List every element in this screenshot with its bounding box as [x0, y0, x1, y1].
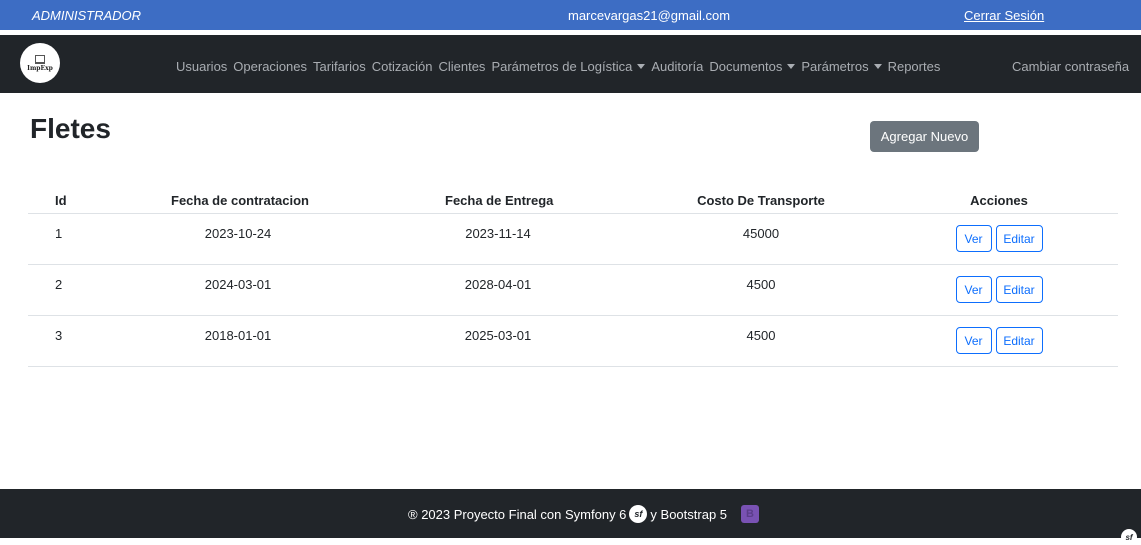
brand-logo[interactable]: ImpExp: [20, 43, 60, 83]
cell-id: 3: [55, 328, 63, 343]
footer-bootstrap-text: y Bootstrap 5: [650, 506, 728, 522]
view-button[interactable]: Ver: [955, 225, 992, 252]
header-fecha-entrega: Fecha de Entrega: [445, 193, 554, 208]
edit-button[interactable]: Editar: [995, 327, 1043, 354]
nav-item-tarifarios[interactable]: Tarifarios: [313, 59, 366, 74]
view-button[interactable]: Ver: [955, 276, 992, 303]
cell-costo: 45000: [742, 226, 780, 241]
cell-fecha-entrega: 2023-11-14: [465, 226, 531, 241]
page-title: Fletes: [30, 113, 111, 144]
nav-item-reportes[interactable]: Reportes: [888, 59, 941, 74]
header-costo: Costo De Transporte: [697, 193, 825, 208]
nav-item-parametros-logistica[interactable]: Parámetros de Logística: [491, 59, 646, 74]
symfony-toolbar-icon[interactable]: sf: [1121, 529, 1137, 545]
header-id: Id: [55, 193, 67, 208]
edit-button[interactable]: Editar: [995, 225, 1043, 252]
caret-down-icon: [873, 64, 882, 69]
cell-fecha-contratacion: 2023-10-24: [204, 226, 272, 241]
cell-id: 2: [55, 277, 63, 292]
change-password-link[interactable]: Cambiar contraseña: [1012, 59, 1129, 74]
row-actions: Ver Editar: [950, 327, 1048, 354]
footer-copyright: ® 2023 Proyecto Final con Symfony 6: [408, 506, 627, 522]
cell-costo: 4500: [746, 328, 776, 343]
user-role: ADMINISTRADOR: [32, 8, 142, 23]
main-navbar: ImpExp Usuarios Operaciones Tarifarios C…: [0, 35, 1141, 93]
logo-text: ImpExp: [27, 64, 53, 72]
nav-item-cotizacion[interactable]: Cotización: [372, 59, 433, 74]
table-row: 2 2024-03-01 2028-04-01 4500 Ver Editar: [28, 265, 1118, 316]
page-footer: ® 2023 Proyecto Final con Symfony 6 sf y…: [0, 489, 1141, 538]
header-acciones: Acciones: [970, 193, 1028, 208]
nav-links: Usuarios Operaciones Tarifarios Cotizaci…: [176, 59, 946, 74]
caret-down-icon: [787, 64, 796, 69]
table-row: 1 2023-10-24 2023-11-14 45000 Ver Editar: [28, 214, 1118, 265]
nav-item-operaciones[interactable]: Operaciones: [233, 59, 307, 74]
view-button[interactable]: Ver: [955, 327, 992, 354]
user-email: marcevargas21@gmail.com: [568, 8, 731, 23]
nav-item-usuarios[interactable]: Usuarios: [176, 59, 227, 74]
bootstrap-icon: B: [741, 505, 760, 523]
building-icon: [35, 54, 45, 64]
cell-fecha-contratacion: 2024-03-01: [204, 277, 272, 292]
nav-item-clientes[interactable]: Clientes: [438, 59, 485, 74]
row-actions: Ver Editar: [950, 276, 1048, 303]
cell-id: 1: [55, 226, 63, 241]
header-fecha-contratacion: Fecha de contratacion: [171, 193, 309, 208]
top-bar: ADMINISTRADOR marcevargas21@gmail.com Ce…: [0, 0, 1141, 30]
cell-costo: 4500: [746, 277, 776, 292]
table-header: Id Fecha de contratacion Fecha de Entreg…: [28, 187, 1118, 214]
cell-fecha-contratacion: 2018-01-01: [204, 328, 272, 343]
cell-fecha-entrega: 2028-04-01: [464, 277, 532, 292]
add-new-button[interactable]: Agregar Nuevo: [870, 121, 979, 152]
nav-item-documentos[interactable]: Documentos: [709, 59, 796, 74]
logout-link[interactable]: Cerrar Sesión: [964, 8, 1044, 23]
caret-down-icon: [637, 64, 646, 69]
cell-fecha-entrega: 2025-03-01: [464, 328, 532, 343]
row-actions: Ver Editar: [950, 225, 1048, 252]
nav-item-auditoria[interactable]: Auditoría: [651, 59, 703, 74]
table-row: 3 2018-01-01 2025-03-01 4500 Ver Editar: [28, 316, 1118, 367]
edit-button[interactable]: Editar: [995, 276, 1043, 303]
symfony-icon: sf: [629, 505, 648, 523]
footer-text: ® 2023 Proyecto Final con Symfony 6 sf y…: [408, 505, 760, 523]
nav-item-parametros[interactable]: Parámetros: [801, 59, 882, 74]
